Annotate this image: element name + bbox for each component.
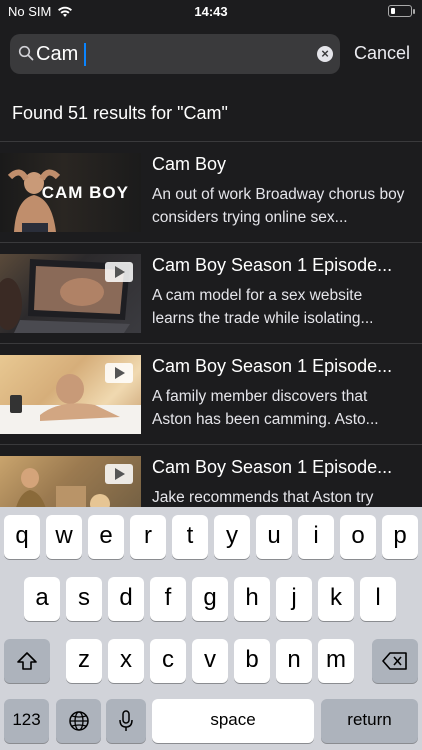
key-i[interactable]: i: [298, 515, 334, 559]
key-z[interactable]: z: [66, 639, 102, 683]
return-key[interactable]: return: [321, 699, 418, 743]
keyboard-row-2: a s d f g h j k l: [0, 577, 422, 625]
key-y[interactable]: y: [214, 515, 250, 559]
key-n[interactable]: n: [276, 639, 312, 683]
results-list: CAM BOY Cam Boy An out of work Broadway …: [0, 142, 422, 507]
result-description: A cam model for a sex website learns the…: [152, 287, 374, 327]
dictation-key[interactable]: [106, 699, 146, 743]
key-v[interactable]: v: [192, 639, 228, 683]
search-input[interactable]: [36, 34, 306, 74]
result-title: Cam Boy Season 1 Episode...: [152, 255, 393, 275]
search-row: × Cancel: [10, 34, 414, 74]
key-t[interactable]: t: [172, 515, 208, 559]
numbers-key[interactable]: 123: [4, 699, 49, 743]
key-q[interactable]: q: [4, 515, 40, 559]
result-thumbnail: [0, 456, 141, 507]
result-title: Cam Boy: [152, 154, 227, 174]
status-bar: No SIM 14:43: [0, 0, 422, 24]
key-r[interactable]: r: [130, 515, 166, 559]
clear-search-icon[interactable]: ×: [317, 46, 333, 62]
result-thumbnail: [0, 355, 141, 434]
play-icon: [105, 363, 133, 383]
key-a[interactable]: a: [24, 577, 60, 621]
key-o[interactable]: o: [340, 515, 376, 559]
key-u[interactable]: u: [256, 515, 292, 559]
status-time: 14:43: [194, 4, 228, 19]
key-x[interactable]: x: [108, 639, 144, 683]
result-description: An out of work Broadway chorus boy consi…: [152, 186, 405, 226]
search-box[interactable]: ×: [10, 34, 340, 74]
result-thumbnail: CAM BOY: [0, 153, 141, 232]
text-cursor: [84, 43, 86, 66]
key-g[interactable]: g: [192, 577, 228, 621]
key-d[interactable]: d: [108, 577, 144, 621]
play-icon: [105, 262, 133, 282]
backspace-icon: [382, 652, 407, 670]
result-item[interactable]: Cam Boy Season 1 Episode... Jake recomme…: [0, 445, 422, 507]
key-p[interactable]: p: [382, 515, 418, 559]
space-key[interactable]: space: [152, 699, 314, 743]
result-title: Cam Boy Season 1 Episode...: [152, 457, 393, 477]
key-m[interactable]: m: [318, 639, 354, 683]
microphone-icon: [119, 710, 133, 731]
key-c[interactable]: c: [150, 639, 186, 683]
cancel-button[interactable]: Cancel: [354, 43, 410, 64]
play-icon: [105, 464, 133, 484]
result-description: Jake recommends that Aston try: [152, 489, 374, 506]
globe-icon: [68, 711, 89, 731]
key-s[interactable]: s: [66, 577, 102, 621]
key-f[interactable]: f: [150, 577, 186, 621]
key-b[interactable]: b: [234, 639, 270, 683]
keyboard: q w e r t y u i o p a s d f g h j k l z …: [0, 507, 422, 750]
result-item[interactable]: CAM BOY Cam Boy An out of work Broadway …: [0, 142, 422, 243]
result-item[interactable]: Cam Boy Season 1 Episode... A family mem…: [0, 344, 422, 445]
keyboard-row-3: z x c v b n m: [0, 639, 422, 687]
result-title: Cam Boy Season 1 Episode...: [152, 356, 393, 376]
key-w[interactable]: w: [46, 515, 82, 559]
globe-key[interactable]: [56, 699, 101, 743]
backspace-key[interactable]: [372, 639, 418, 683]
result-item[interactable]: Cam Boy Season 1 Episode... A cam model …: [0, 243, 422, 344]
key-j[interactable]: j: [276, 577, 312, 621]
keyboard-row-4: 123 space return: [0, 699, 422, 747]
thumbnail-caption: CAM BOY: [41, 183, 129, 202]
battery-icon: [388, 5, 415, 17]
result-thumbnail: [0, 254, 141, 333]
keyboard-row-1: q w e r t y u i o p: [0, 515, 422, 563]
result-description: A family member discovers that Aston has…: [152, 388, 379, 428]
shift-icon: [17, 652, 37, 670]
shift-key[interactable]: [4, 639, 50, 683]
results-header: Found 51 results for "Cam": [12, 103, 228, 123]
search-icon: [18, 45, 34, 61]
key-k[interactable]: k: [318, 577, 354, 621]
key-h[interactable]: h: [234, 577, 270, 621]
key-l[interactable]: l: [360, 577, 396, 621]
key-e[interactable]: e: [88, 515, 124, 559]
